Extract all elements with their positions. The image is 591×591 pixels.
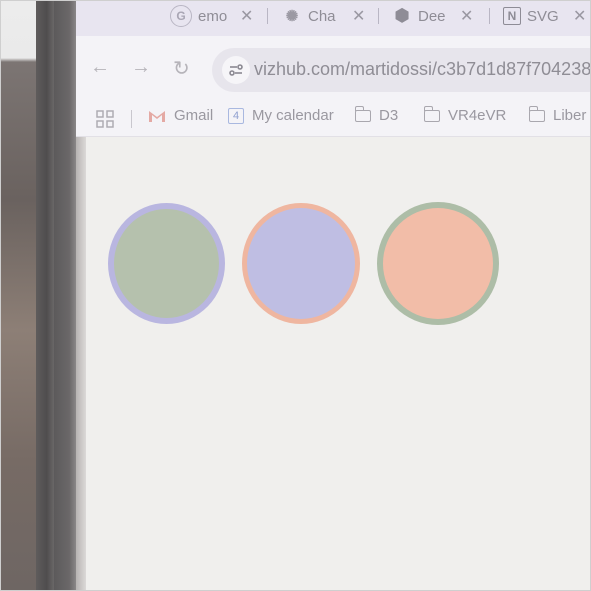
bookmark-folder-liber[interactable]: Liber [528,105,587,124]
folder-icon [423,105,440,122]
tab-chatgpt[interactable]: ✺ Cha ✕ [282,2,368,30]
close-icon[interactable]: ✕ [573,6,586,26]
tab-separator [489,8,490,24]
bookmark-label: VR4eVR [448,107,507,124]
tab-title: Dee [418,7,446,25]
openai-icon: ✺ [285,8,299,25]
bookmarks-divider [131,110,132,128]
bookmark-folder-d3[interactable]: D3 [354,105,399,124]
circle-2 [242,203,360,324]
bookmark-label: Gmail [174,107,214,124]
forward-button[interactable]: → [131,56,151,79]
bookmark-label: Liber [553,107,587,124]
bookmarks-bar: Gmail 4 My calendar D3 VR4eVR Liber [76,102,591,137]
bookmark-label: D3 [379,107,399,124]
calendar-icon: 4 [228,107,244,124]
reload-button[interactable]: ↻ [173,56,190,81]
circle-3 [377,202,499,325]
browser-toolbar: ← → ↻ vizhub.com/martidossi/c3b7d1d87f70… [76,36,591,102]
room-background [0,0,40,591]
google-g-icon: G [170,5,192,27]
tab-strip: G emo ✕ ✺ Cha ✕ ⬢ Dee ✕ N SVG ✕ [76,0,591,36]
deepl-icon: ⬢ [394,6,410,25]
gmail-icon [148,109,166,123]
back-button[interactable]: ← [90,56,110,79]
folder-icon [354,105,371,122]
tab-title: emo [198,7,228,25]
close-icon[interactable]: ✕ [460,6,473,26]
site-settings-icon[interactable] [222,56,250,84]
close-icon[interactable]: ✕ [240,6,253,26]
tune-icon [229,64,243,76]
tab-emoji[interactable]: G emo ✕ [170,2,256,30]
bookmark-label: My calendar [252,107,334,124]
bookmark-gmail[interactable]: Gmail [148,107,213,124]
tab-title: SVG [527,7,559,25]
tab-deepl[interactable]: ⬢ Dee ✕ [392,2,476,30]
address-bar[interactable]: vizhub.com/martidossi/c3b7d1d87f704238 [212,48,591,92]
notion-icon: N [503,7,521,25]
tab-svg[interactable]: N SVG ✕ [503,2,591,30]
folder-shape [423,105,440,122]
folder-shape [528,105,545,122]
close-icon[interactable]: ✕ [352,6,365,26]
circle-1 [108,203,225,324]
apps-grid-icon[interactable] [96,110,114,133]
tab-separator [378,8,379,24]
folder-icon [528,105,545,122]
tab-separator [267,8,268,24]
tab-title: Cha [308,7,336,25]
bookmark-my-calendar[interactable]: 4 My calendar [228,107,334,124]
folder-shape [354,105,371,122]
url-text: vizhub.com/martidossi/c3b7d1d87f704238 [254,59,591,79]
monitor-bezel [36,0,54,591]
bookmark-folder-vr4evr[interactable]: VR4eVR [423,105,507,124]
monitor-bezel-inner [54,0,76,591]
